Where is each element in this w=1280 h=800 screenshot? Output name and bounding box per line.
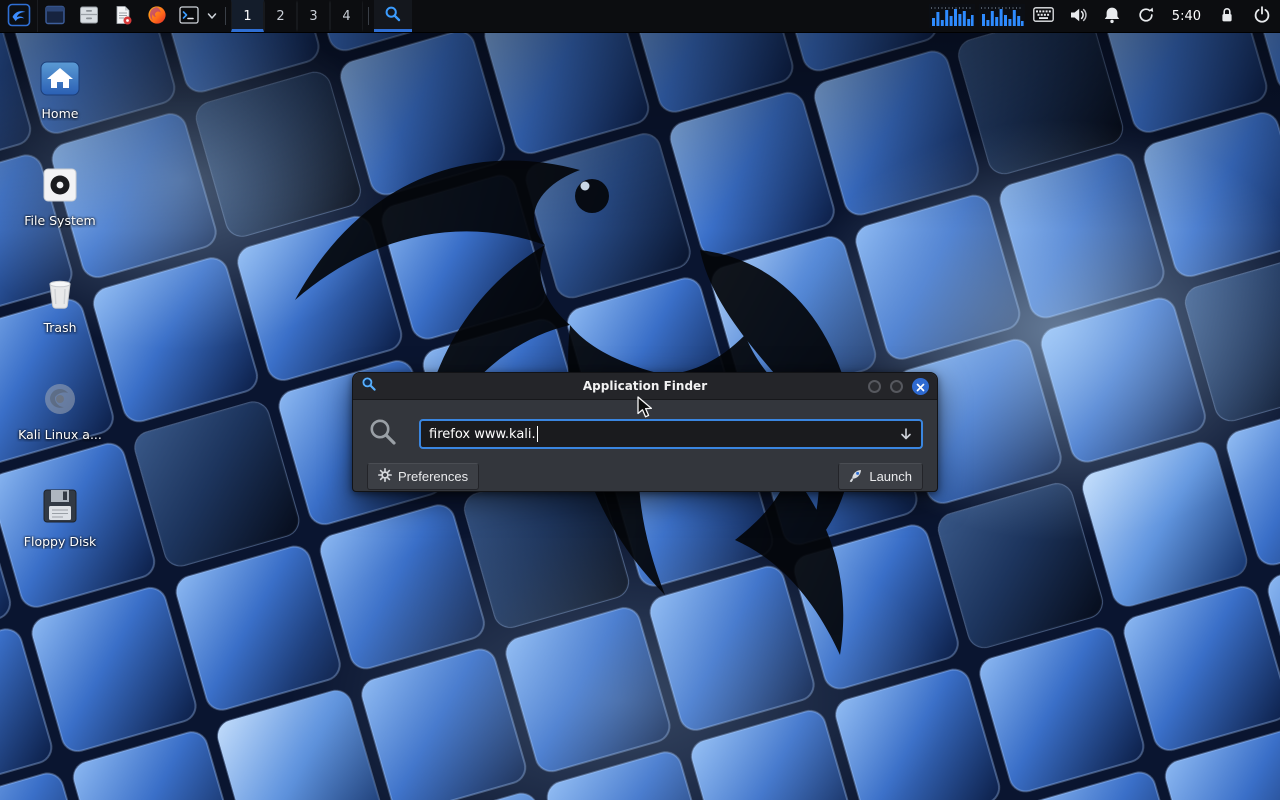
desktop: 1 2 3 4 (0, 0, 1280, 800)
window-title: Application Finder (353, 379, 937, 393)
launch-button[interactable]: Launch (838, 463, 923, 490)
search-icon (367, 416, 399, 452)
spectrum-icon[interactable] (927, 0, 977, 32)
disc-icon (38, 377, 82, 421)
files-icon (78, 4, 100, 29)
taskbar-application-finder[interactable] (374, 0, 412, 32)
workspace-button-2[interactable]: 2 (264, 0, 297, 32)
window-app-icon (361, 376, 377, 396)
text-caret (537, 426, 539, 442)
update-notifier-button[interactable] (1129, 0, 1163, 32)
launcher-firefox-button[interactable] (140, 0, 174, 32)
applications-menu-button[interactable] (0, 0, 38, 32)
terminal-icon (178, 4, 200, 29)
workspace-button-4[interactable]: 4 (330, 0, 363, 32)
drive-icon (38, 163, 82, 207)
launch-label: Launch (869, 469, 912, 484)
workspace-label: 4 (342, 9, 350, 24)
window-icon (44, 4, 66, 29)
workspace-button-3[interactable]: 3 (297, 0, 330, 32)
workspace-label: 3 (309, 9, 317, 24)
close-icon (916, 377, 925, 396)
update-icon (1136, 5, 1156, 28)
preferences-label: Preferences (398, 469, 468, 484)
desktop-icon-label: File System (10, 214, 110, 228)
minimize-button[interactable] (868, 380, 881, 393)
desktop-icon-floppy[interactable]: Floppy Disk (10, 484, 110, 549)
volume-button[interactable] (1061, 0, 1095, 32)
gear-icon (378, 468, 392, 485)
launcher-terminal-button[interactable] (174, 0, 204, 32)
search-input-value: firefox www.kali. (429, 427, 536, 442)
close-button[interactable] (912, 378, 929, 395)
mouse-cursor (636, 396, 656, 420)
clock[interactable]: 5:40 (1163, 0, 1210, 32)
maximize-button[interactable] (890, 380, 903, 393)
desktop-icon-label: Home (10, 107, 110, 121)
terminal-dropdown-button[interactable] (204, 0, 220, 32)
panel-separator (225, 7, 226, 25)
screen-lock-button[interactable] (1210, 0, 1244, 32)
preferences-button[interactable]: Preferences (367, 463, 479, 490)
firefox-icon (146, 4, 168, 29)
launch-icon (849, 468, 863, 485)
floppy-icon (38, 484, 82, 528)
search-input[interactable]: firefox www.kali. (419, 419, 923, 449)
home-icon (38, 56, 82, 100)
spectrum-icon[interactable] (977, 0, 1027, 32)
keyboard-icon (1033, 7, 1054, 25)
desktop-icon-label: Trash (10, 321, 110, 335)
app-finder-icon (384, 5, 402, 27)
trash-icon (38, 270, 82, 314)
keyboard-layout-button[interactable] (1027, 0, 1061, 32)
desktop-icon-home[interactable]: Home (10, 56, 110, 121)
workspace-label: 2 (276, 9, 284, 24)
desktop-icon-label: Kali Linux a... (10, 428, 110, 442)
launcher-window-button[interactable] (38, 0, 72, 32)
workspace-label: 1 (243, 9, 251, 24)
workspace-button-1[interactable]: 1 (231, 0, 264, 32)
desktop-icon-kali-volume[interactable]: Kali Linux a... (10, 377, 110, 442)
power-button[interactable] (1244, 0, 1280, 32)
kali-menu-icon (7, 3, 31, 30)
top-panel: 1 2 3 4 (0, 0, 1280, 33)
desktop-icon-trash[interactable]: Trash (10, 270, 110, 335)
desktop-icon-filesystem[interactable]: File System (10, 163, 110, 228)
application-finder-window: Application Finder firefox www.kali. (352, 372, 938, 492)
launcher-editor-button[interactable] (106, 0, 140, 32)
window-controls (868, 378, 929, 395)
desktop-icon-label: Floppy Disk (10, 535, 110, 549)
volume-icon (1068, 5, 1088, 28)
chevron-down-icon (207, 9, 217, 24)
notifications-icon (1102, 5, 1122, 28)
editor-icon (112, 4, 134, 29)
launcher-files-button[interactable] (72, 0, 106, 32)
history-arrow-icon[interactable] (899, 427, 913, 441)
notifications-button[interactable] (1095, 0, 1129, 32)
power-icon (1252, 5, 1272, 28)
panel-separator (368, 7, 369, 25)
lock-icon (1217, 5, 1237, 28)
clock-time: 5:40 (1172, 9, 1201, 24)
